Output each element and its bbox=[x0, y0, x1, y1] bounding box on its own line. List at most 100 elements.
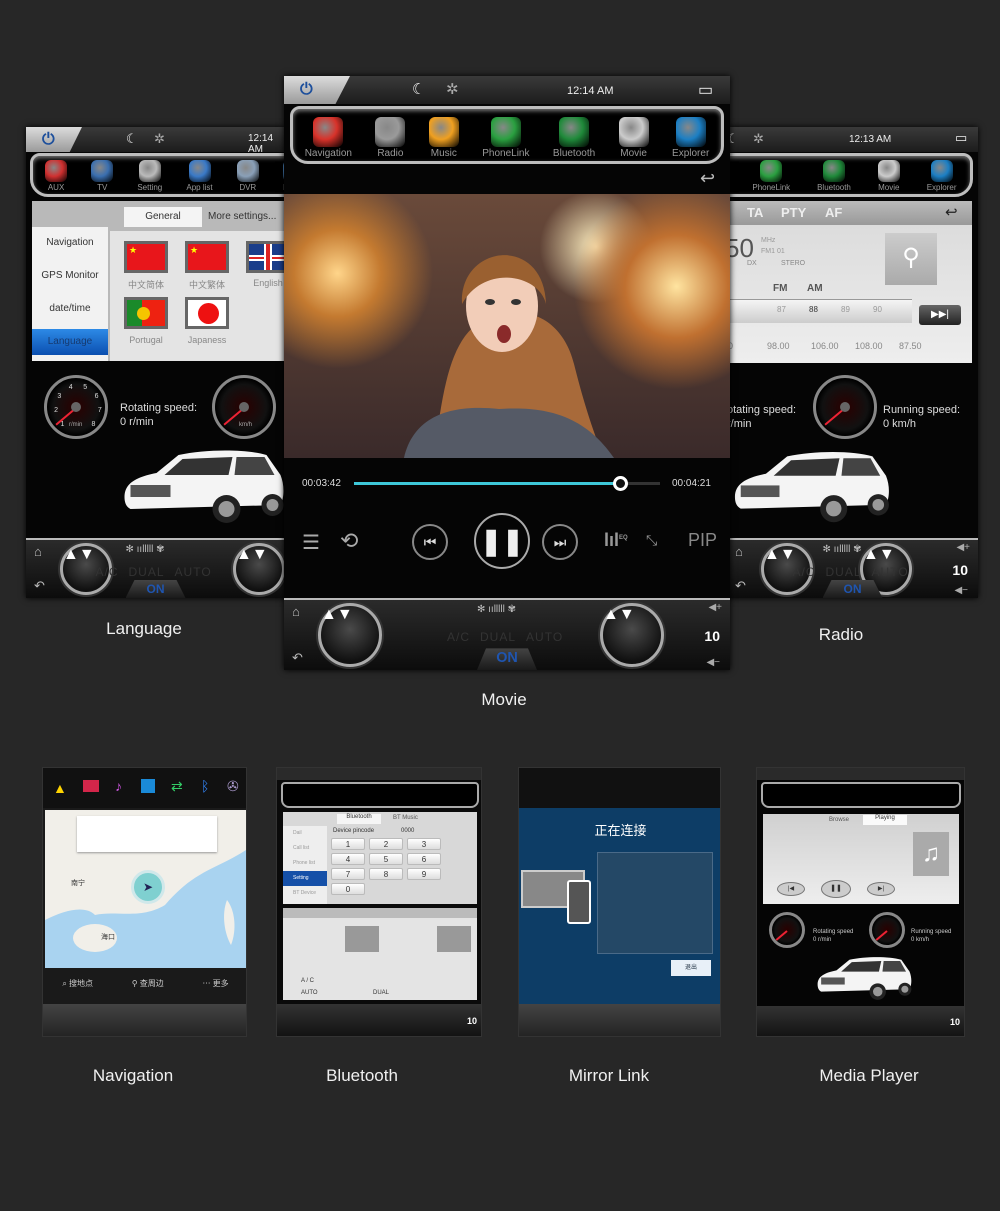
fan-speed-indicator[interactable]: ✻ ıılllll ✾ bbox=[823, 544, 862, 555]
dual-button[interactable]: DUAL bbox=[373, 990, 389, 996]
menu-gps-monitor[interactable]: GPS Monitor bbox=[32, 270, 108, 281]
app-navigation[interactable]: Navigation bbox=[305, 117, 352, 159]
repeat-icon[interactable]: ⟲ bbox=[340, 528, 358, 554]
tab-browse[interactable]: Browse bbox=[829, 817, 849, 823]
app-radio[interactable]: Radio bbox=[375, 117, 406, 159]
menu-date-time[interactable]: date/time bbox=[32, 303, 108, 314]
fullscreen-icon[interactable]: ⤡ bbox=[646, 532, 657, 549]
tab-bluetooth[interactable]: Bluetooth bbox=[337, 814, 381, 824]
bt-menu-item[interactable]: Call list bbox=[283, 841, 327, 856]
next-button[interactable]: ▶| bbox=[867, 882, 895, 896]
volume-down-button[interactable]: ◀− bbox=[706, 657, 720, 668]
app-movie[interactable]: Movie bbox=[618, 117, 649, 159]
ac-button[interactable]: A / C bbox=[301, 978, 314, 984]
back-icon[interactable]: ↩ bbox=[945, 203, 958, 221]
brightness-icon[interactable]: ✲ bbox=[753, 131, 764, 147]
dial-key[interactable]: 0 bbox=[331, 883, 365, 895]
equalizer-button[interactable]: lılEQ bbox=[604, 530, 628, 551]
brightness-icon[interactable]: ✲ bbox=[154, 131, 165, 147]
app-aux[interactable]: AUX bbox=[45, 160, 68, 192]
fan-speed-indicator[interactable]: ✻ ıılllll ✾ bbox=[126, 544, 165, 555]
flag-english[interactable] bbox=[246, 241, 285, 273]
volume-down-button[interactable]: ◀− bbox=[954, 585, 968, 596]
flag-chinese-simplified[interactable]: ★ bbox=[124, 241, 168, 273]
back-button[interactable]: ↶ bbox=[34, 578, 45, 594]
app-explorer[interactable]: Explorer bbox=[672, 117, 709, 159]
back-button[interactable]: ↶ bbox=[292, 650, 303, 666]
auto-label[interactable]: AUTO bbox=[872, 565, 909, 579]
seek-forward-button[interactable]: ▶▶| bbox=[919, 305, 961, 325]
dial-key[interactable]: 4 bbox=[331, 853, 365, 865]
right-temp-knob[interactable]: ▲▼ bbox=[600, 603, 664, 667]
previous-button[interactable]: |◀ bbox=[777, 882, 805, 896]
bt-menu-item[interactable]: Phone list bbox=[283, 856, 327, 871]
mirror-link-thumbnail[interactable]: 正在连接 退出 bbox=[518, 767, 721, 1037]
dial-key[interactable]: 2 bbox=[369, 838, 403, 850]
next-button[interactable]: ⏭ bbox=[542, 524, 578, 560]
home-button[interactable]: ⌂ bbox=[735, 544, 743, 559]
dual-label[interactable]: DUAL bbox=[129, 565, 165, 579]
seek-bar[interactable] bbox=[354, 476, 660, 491]
app-phonelink[interactable]: PhoneLink bbox=[752, 160, 790, 192]
am-button[interactable]: AM bbox=[807, 283, 823, 294]
app-phonelink[interactable]: PhoneLink bbox=[482, 117, 530, 159]
power-button[interactable]: ⏻ bbox=[26, 127, 82, 152]
app-dvr[interactable]: DVR bbox=[236, 160, 259, 192]
flag-japanese[interactable] bbox=[185, 297, 229, 329]
tab-more-settings[interactable]: More settings... bbox=[204, 207, 285, 227]
volume-up-button[interactable]: ◀+ bbox=[956, 542, 970, 553]
back-button[interactable]: ↶ bbox=[735, 578, 746, 594]
bt-menu-item[interactable]: Dail bbox=[283, 826, 327, 841]
flag-chinese-traditional[interactable]: ★ bbox=[185, 241, 229, 273]
app-tv[interactable]: TV bbox=[91, 160, 114, 192]
previous-button[interactable]: ⏮ bbox=[412, 524, 448, 560]
app-bluetooth[interactable]: Bluetooth bbox=[817, 160, 851, 192]
pause-button[interactable]: ❚❚ bbox=[821, 880, 851, 898]
dial-key[interactable]: 7 bbox=[331, 868, 365, 880]
menu-language[interactable]: Language bbox=[32, 329, 108, 355]
fan-speed-indicator[interactable]: ✻ ıılllll ✾ bbox=[477, 604, 516, 615]
pip-button[interactable]: PIP bbox=[688, 530, 717, 551]
navigation-thumbnail[interactable]: ▲ ♪ ⇄ ᛒ ✇ ➤ 南宁 海口 ⌕ 搜地点 ⚲ 查周边 ⋯ 更多 bbox=[42, 767, 247, 1037]
menu-navigation[interactable]: Navigation bbox=[32, 237, 108, 248]
pause-button[interactable]: ❚❚ bbox=[474, 513, 530, 569]
app-setting[interactable]: Setting bbox=[137, 160, 162, 192]
night-mode-icon[interactable]: ☾ bbox=[126, 131, 138, 147]
flag-portugal[interactable] bbox=[124, 297, 168, 329]
climate-on-button[interactable]: ON bbox=[125, 580, 186, 598]
ac-label[interactable]: A/C bbox=[793, 565, 816, 579]
ac-label[interactable]: A/C bbox=[96, 565, 119, 579]
dial-key[interactable]: 9 bbox=[407, 868, 441, 880]
playlist-icon[interactable]: ☰ bbox=[302, 530, 320, 555]
ac-label[interactable]: A/C bbox=[447, 630, 470, 644]
nearby-button[interactable]: ⚲ 查周边 bbox=[132, 978, 164, 989]
brightness-icon[interactable]: ✲ bbox=[446, 80, 459, 98]
home-button[interactable]: ⌂ bbox=[292, 604, 300, 619]
dial-key[interactable]: 6 bbox=[407, 853, 441, 865]
dial-key[interactable]: 8 bbox=[369, 868, 403, 880]
window-icon[interactable]: ▭ bbox=[698, 80, 713, 100]
auto-label[interactable]: AUTO bbox=[526, 630, 563, 644]
exit-button[interactable]: 退出 bbox=[671, 960, 711, 976]
seek-bar-thumb[interactable] bbox=[613, 476, 629, 491]
right-temp-knob[interactable]: ▲▼ bbox=[233, 543, 285, 595]
preset-button[interactable]: 108.00 bbox=[855, 341, 883, 351]
tab-general[interactable]: General bbox=[124, 207, 202, 227]
bluetooth-thumbnail[interactable]: Bluetooth BT Music Dail Call list Phone li… bbox=[276, 767, 482, 1037]
climate-on-button[interactable]: ON bbox=[822, 580, 883, 598]
volume-up-button[interactable]: ◀+ bbox=[708, 602, 722, 613]
app-movie[interactable]: Movie bbox=[877, 160, 900, 192]
dual-label[interactable]: DUAL bbox=[480, 630, 516, 644]
dial-key[interactable]: 3 bbox=[407, 838, 441, 850]
auto-label[interactable]: AUTO bbox=[175, 565, 212, 579]
preset-button[interactable]: 98.00 bbox=[767, 341, 790, 351]
bt-menu-item[interactable]: Setting bbox=[283, 871, 327, 886]
more-button[interactable]: ⋯ 更多 bbox=[202, 978, 228, 989]
app-bluetooth[interactable]: Bluetooth bbox=[553, 117, 595, 159]
power-button[interactable]: ⏻ bbox=[284, 76, 350, 104]
dual-label[interactable]: DUAL bbox=[826, 565, 862, 579]
af-button[interactable]: AF bbox=[825, 205, 842, 220]
media-player-thumbnail[interactable]: Browse Playing ♫ |◀ ❚❚ ▶| Rotating speed… bbox=[756, 767, 965, 1037]
preset-button[interactable]: 106.00 bbox=[811, 341, 839, 351]
home-button[interactable]: ⌂ bbox=[34, 544, 42, 559]
